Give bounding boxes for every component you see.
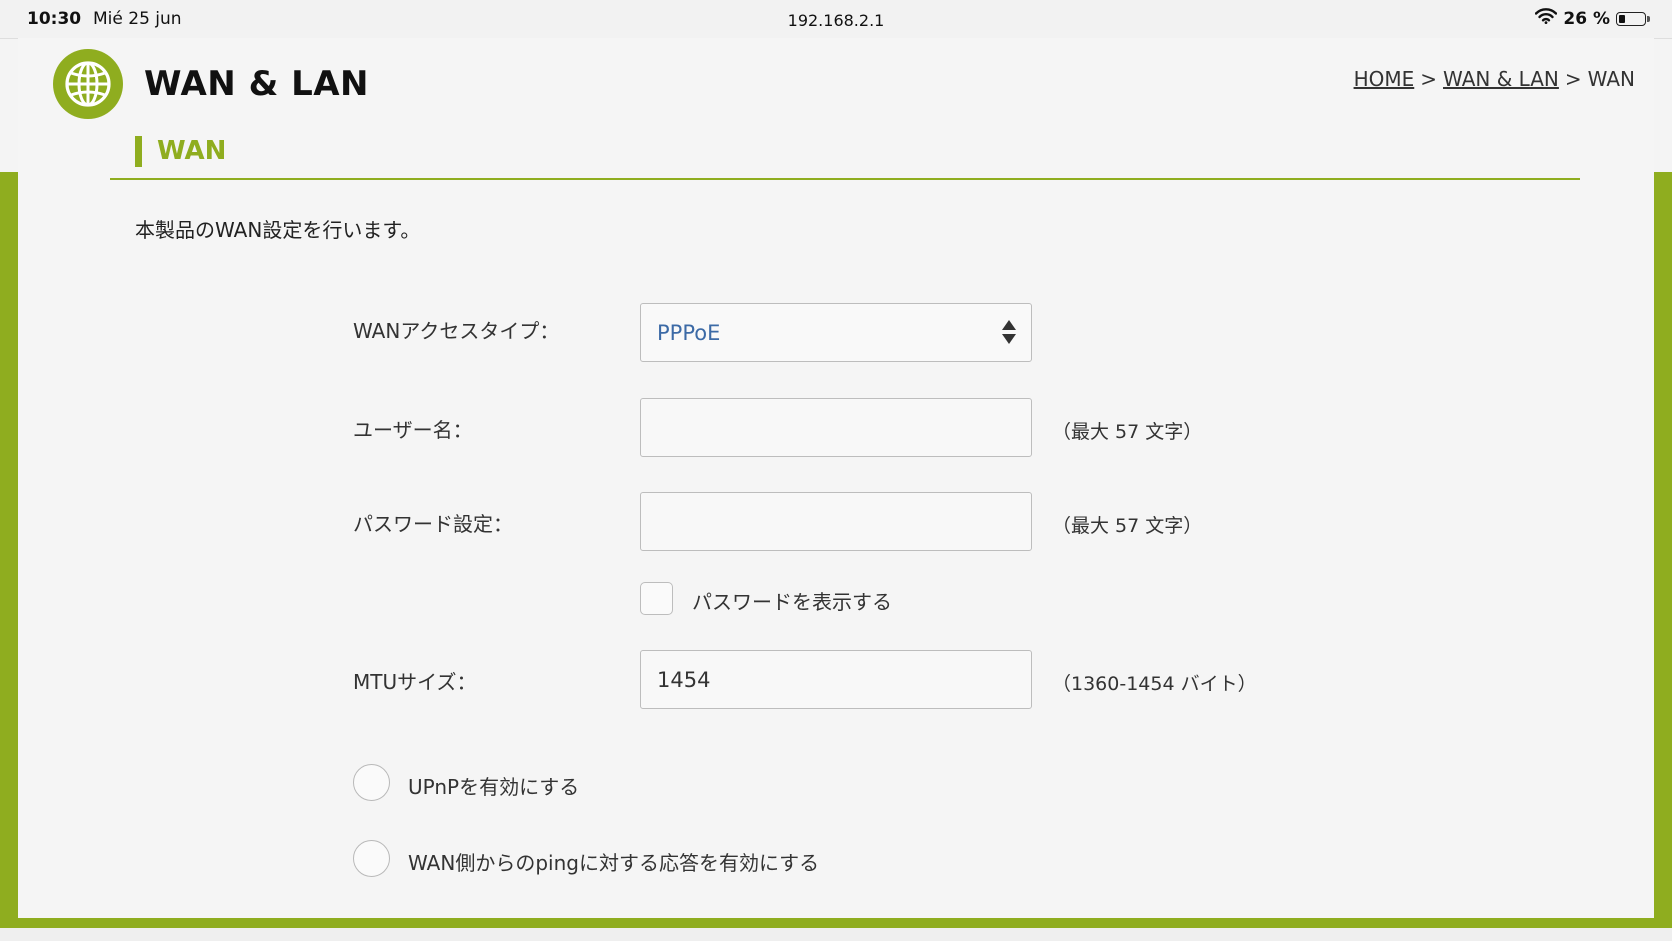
password-hint: （最大 57 文字） [1052, 515, 1203, 537]
username-label: ユーザー名： [353, 418, 473, 442]
access-type-value: PPPoE [657, 320, 721, 345]
breadcrumb-separator: > [1420, 67, 1438, 91]
address-url[interactable]: 192.168.2.1 [0, 11, 1672, 30]
breadcrumb-wan-lan-link[interactable]: WAN & LAN [1443, 67, 1559, 91]
page-bottom [0, 928, 1672, 941]
mtu-input[interactable] [640, 650, 1032, 709]
content-panel [18, 38, 1654, 918]
section-description: 本製品のWAN設定を行います。 [135, 218, 421, 242]
upnp-radio[interactable] [353, 764, 390, 801]
frame-right [1654, 172, 1672, 926]
breadcrumb-home-link[interactable]: HOME [1354, 67, 1415, 91]
section-divider [110, 178, 1580, 180]
breadcrumb-separator: > [1564, 67, 1582, 91]
status-bar: 10:30 Mié 25 jun 192.168.2.1 26 % [0, 0, 1672, 39]
upnp-label: UPnPを有効にする [408, 775, 580, 799]
access-type-select[interactable]: PPPoE [640, 303, 1032, 362]
show-password-label: パスワードを表示する [692, 590, 892, 614]
breadcrumb: HOME > WAN & LAN > WAN [1354, 67, 1635, 91]
section-title: WAN [135, 136, 226, 167]
select-arrows-icon [1002, 320, 1016, 344]
password-input[interactable] [640, 492, 1032, 551]
page-title: WAN & LAN [144, 64, 370, 104]
wifi-icon [1535, 8, 1558, 29]
battery-icon [1616, 11, 1646, 26]
access-type-label: WANアクセスタイプ： [353, 319, 560, 343]
status-indicators: 26 % [1535, 8, 1650, 29]
username-hint: （最大 57 文字） [1052, 421, 1203, 443]
globe-icon [53, 49, 123, 119]
breadcrumb-current: WAN [1587, 67, 1635, 91]
frame-left [0, 172, 18, 926]
mtu-hint: （1360-1454 バイト） [1052, 673, 1257, 695]
ping-response-label: WAN側からのpingに対する応答を有効にする [408, 851, 820, 875]
battery-percent: 26 % [1563, 8, 1610, 29]
username-input[interactable] [640, 398, 1032, 457]
show-password-checkbox[interactable] [640, 582, 673, 615]
ping-response-radio[interactable] [353, 840, 390, 877]
password-label: パスワード設定： [353, 512, 513, 536]
frame-bottom [0, 918, 1672, 928]
battery-tip [1647, 15, 1650, 22]
mtu-label: MTUサイズ： [353, 670, 477, 694]
